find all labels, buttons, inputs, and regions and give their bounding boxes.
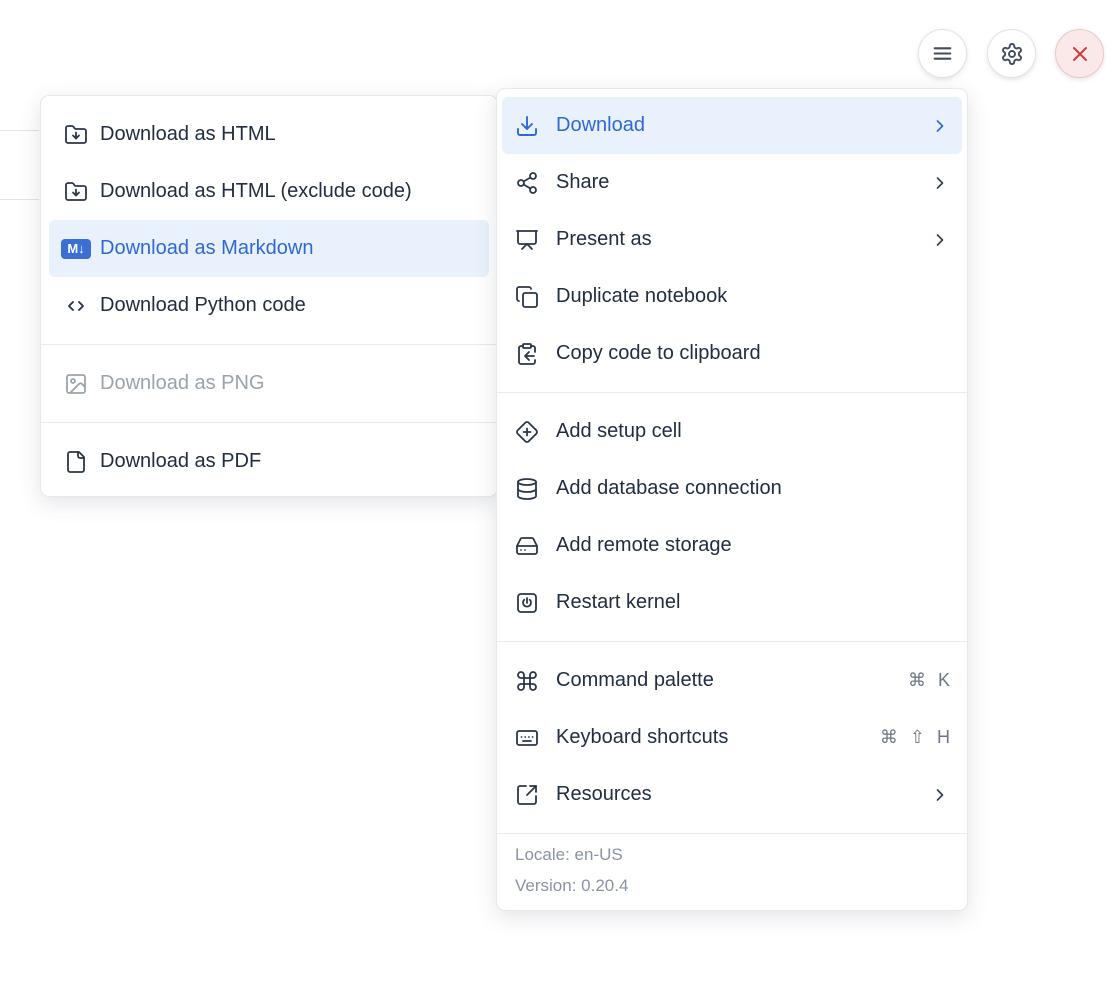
menu-item-present-as[interactable]: Present as [502,211,962,268]
menu-item-label: Add setup cell [556,420,950,443]
submenu-item-label: Download as HTML (exclude code) [100,180,477,203]
submenu-item-label: Download as PDF [100,450,477,473]
menu-item-label: Add remote storage [556,534,950,557]
menu-item-label: Command palette [556,669,908,692]
share-icon [514,170,540,196]
menu-item-label: Add database connection [556,477,950,500]
submenu-item-download-python[interactable]: Download Python code [49,277,489,334]
chevron-right-icon [930,230,950,250]
menu-item-download[interactable]: Download [502,97,962,154]
app-canvas: Download as HTML Download as HTML (exclu… [0,0,1118,984]
submenu-item-download-html-exclude-code[interactable]: Download as HTML (exclude code) [49,163,489,220]
menu-item-label: Restart kernel [556,591,950,614]
submenu-item-download-png[interactable]: Download as PNG [49,355,489,412]
download-submenu-panel: Download as HTML Download as HTML (exclu… [40,95,498,497]
submenu-item-label: Download Python code [100,294,477,317]
menu-item-add-setup-cell[interactable]: Add setup cell [502,403,962,460]
code-icon [61,293,91,319]
chevron-right-icon [930,785,950,805]
page-underlay-line [0,199,39,200]
menu-divider [497,641,967,642]
keyboard-icon [514,725,540,751]
menu-divider [41,422,497,423]
submenu-item-label: Download as HTML [100,123,477,146]
menu-item-restart-kernel[interactable]: Restart kernel [502,574,962,631]
menu-item-share[interactable]: Share [502,154,962,211]
submenu-item-download-markdown[interactable]: M↓ Download as Markdown [49,220,489,277]
close-button[interactable] [1055,29,1104,78]
database-icon [514,476,540,502]
version-text: Version: 0.20.4 [515,873,949,898]
menu-item-label: Copy code to clipboard [556,342,950,365]
copy-icon [514,284,540,310]
folder-download-icon [61,122,91,148]
image-icon [61,371,91,397]
locale-text: Locale: en-US [515,842,949,867]
notebook-menu-panel: Download Share Present as [496,88,968,911]
submenu-item-label: Download as PNG [100,372,477,395]
hard-drive-icon [514,533,540,559]
page-underlay-line [0,130,39,131]
submenu-item-download-html[interactable]: Download as HTML [49,106,489,163]
chevron-right-icon [930,116,950,136]
menu-divider [41,344,497,345]
file-icon [61,449,91,475]
menu-item-label: Keyboard shortcuts [556,726,880,749]
power-icon [514,590,540,616]
diamond-plus-icon [514,419,540,445]
clipboard-copy-icon [514,341,540,367]
settings-button[interactable] [987,29,1036,78]
menu-item-copy-code[interactable]: Copy code to clipboard [502,325,962,382]
presentation-icon [514,227,540,253]
command-icon [514,668,540,694]
menu-item-command-palette[interactable]: Command palette ⌘ K [502,652,962,709]
menu-item-duplicate-notebook[interactable]: Duplicate notebook [502,268,962,325]
menu-divider [497,392,967,393]
submenu-item-download-pdf[interactable]: Download as PDF [49,433,489,490]
shortcut-label: ⌘ K [908,670,950,691]
submenu-item-label: Download as Markdown [100,237,477,260]
menu-item-label: Share [556,171,930,194]
menu-item-label: Present as [556,228,930,251]
external-link-icon [514,782,540,808]
gear-icon [1000,42,1024,66]
hamburger-icon [930,41,955,66]
folder-download-icon [61,179,91,205]
menu-button[interactable] [918,29,967,78]
menu-footer: Locale: en-US Version: 0.20.4 [497,833,967,910]
menu-item-keyboard-shortcuts[interactable]: Keyboard shortcuts ⌘ ⇧ H [502,709,962,766]
markdown-icon: M↓ [61,236,91,262]
shortcut-label: ⌘ ⇧ H [880,727,950,748]
menu-item-label: Duplicate notebook [556,285,950,308]
chevron-right-icon [930,173,950,193]
menu-item-add-remote-storage[interactable]: Add remote storage [502,517,962,574]
close-icon [1068,42,1092,66]
menu-item-label: Resources [556,783,930,806]
menu-item-resources[interactable]: Resources [502,766,962,823]
menu-item-label: Download [556,114,930,137]
markdown-badge-glyph: M↓ [67,241,84,256]
download-icon [514,113,540,139]
menu-item-add-database-connection[interactable]: Add database connection [502,460,962,517]
